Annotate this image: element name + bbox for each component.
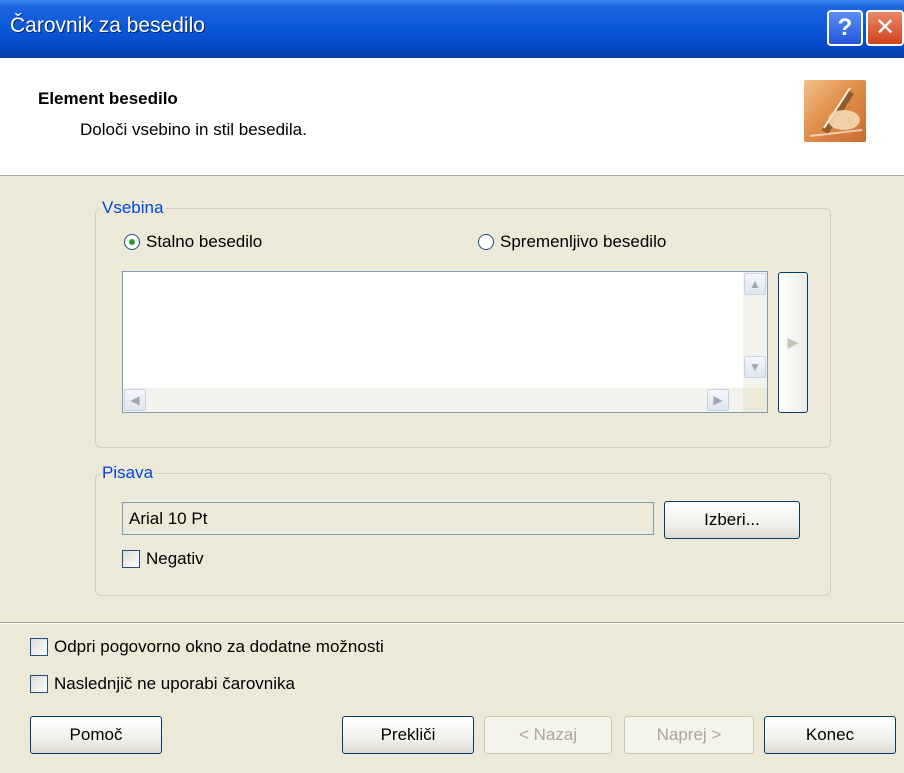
- negative-label: Negativ: [146, 549, 204, 568]
- close-button[interactable]: ✕: [866, 10, 904, 46]
- help-title-button[interactable]: ?: [827, 10, 863, 46]
- cancel-button[interactable]: Prekliči: [342, 716, 474, 754]
- title-bar: Čarovnik za besedilo ? ✕: [0, 0, 904, 58]
- horizontal-scrollbar[interactable]: ◀ ▶: [123, 388, 743, 412]
- text-content-area[interactable]: ▲ ▼ ◀ ▶: [122, 271, 768, 413]
- vertical-scrollbar[interactable]: ▲ ▼: [743, 272, 767, 388]
- header-subtitle: Določi vsebino in stil besedila.: [80, 120, 307, 139]
- radio-button-checked[interactable]: [124, 234, 140, 250]
- choose-font-button[interactable]: Izberi...: [664, 501, 800, 539]
- window-title: Čarovnik za besedilo: [10, 14, 205, 37]
- open-dialog-checkbox-box[interactable]: [30, 638, 48, 656]
- radio-variable-label: Spremenljivo besedilo: [500, 232, 667, 251]
- header-title: Element besedilo: [38, 89, 178, 108]
- open-dialog-label: Odpri pogovorno okno za dodatne možnosti: [54, 637, 384, 656]
- dont-use-wizard-checkbox-box[interactable]: [30, 675, 48, 693]
- font-display-field[interactable]: Arial 10 Pt: [122, 502, 654, 535]
- next-button[interactable]: Naprej >: [624, 716, 754, 754]
- scroll-down-icon[interactable]: ▼: [744, 356, 766, 378]
- footer-divider: [0, 622, 904, 624]
- help-button[interactable]: Pomoč: [30, 716, 162, 754]
- radio-variable-text[interactable]: Spremenljivo besedilo: [478, 232, 666, 252]
- font-group-legend: Pisava: [102, 463, 154, 482]
- scrollbar-corner: [743, 388, 767, 412]
- back-button[interactable]: < Nazaj: [484, 716, 612, 754]
- finish-button[interactable]: Konec: [764, 716, 896, 754]
- text-content-value: [123, 272, 767, 280]
- negative-checkbox-box[interactable]: [122, 550, 140, 568]
- writing-hand-icon: [804, 80, 866, 142]
- negative-checkbox[interactable]: Negativ: [122, 549, 204, 569]
- wizard-header: Element besedilo Določi vsebino in stil …: [0, 58, 904, 176]
- dont-use-wizard-checkbox[interactable]: Naslednjič ne uporabi čarovnika: [30, 674, 295, 694]
- scroll-up-icon[interactable]: ▲: [744, 273, 766, 295]
- insert-arrow-button[interactable]: ▶: [778, 272, 808, 413]
- scroll-right-icon[interactable]: ▶: [707, 389, 729, 411]
- radio-button-unchecked[interactable]: [478, 234, 494, 250]
- radio-fixed-text[interactable]: Stalno besedilo: [124, 232, 262, 252]
- open-dialog-checkbox[interactable]: Odpri pogovorno okno za dodatne možnosti: [30, 637, 384, 657]
- dont-use-wizard-label: Naslednjič ne uporabi čarovnika: [54, 674, 295, 693]
- content-group-legend: Vsebina: [102, 198, 164, 217]
- radio-fixed-label: Stalno besedilo: [146, 232, 263, 251]
- scroll-left-icon[interactable]: ◀: [124, 389, 146, 411]
